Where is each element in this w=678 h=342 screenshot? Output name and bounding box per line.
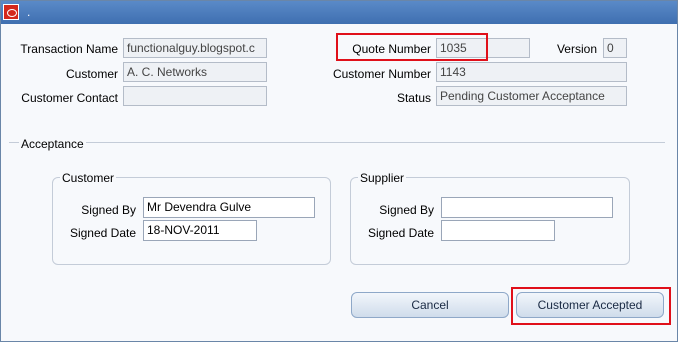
- customer-signed-by-label: Signed By: [81, 203, 136, 217]
- customer-field[interactable]: A. C. Networks: [123, 62, 267, 82]
- customer-label: Customer: [65, 67, 118, 81]
- customer-signed-date-input[interactable]: 18-NOV-2011: [143, 220, 257, 241]
- customer-contact-label: Customer Contact: [21, 91, 118, 105]
- window-title: .: [27, 5, 31, 19]
- customer-signed-by-input[interactable]: Mr Devendra Gulve: [143, 197, 315, 218]
- customer-number-label: Customer Number: [332, 67, 431, 81]
- oracle-logo-icon: [3, 4, 19, 20]
- version-field[interactable]: 0: [603, 38, 627, 58]
- title-bar: .: [1, 1, 677, 24]
- transaction-name-label: Transaction Name: [20, 42, 118, 56]
- customer-accepted-highlight: [511, 287, 671, 325]
- status-field[interactable]: Pending Customer Acceptance: [436, 86, 627, 106]
- customer-number-field[interactable]: 1143: [436, 62, 627, 82]
- customer-signed-date-label: Signed Date: [69, 226, 136, 240]
- supplier-signed-by-label: Signed By: [379, 203, 434, 217]
- supplier-signed-by-input[interactable]: [441, 197, 613, 218]
- acceptance-separator: [9, 142, 665, 143]
- quote-number-highlight: [336, 33, 488, 61]
- acceptance-section-title: Acceptance: [19, 137, 86, 151]
- customer-group-title: Customer: [60, 171, 117, 185]
- supplier-signed-date-label: Signed Date: [367, 226, 434, 240]
- supplier-group-title: Supplier: [358, 171, 407, 185]
- transaction-name-field[interactable]: functionalguy.blogspot.c: [123, 38, 267, 58]
- customer-contact-field[interactable]: [123, 86, 267, 106]
- quote-acceptance-window: . Transaction Name functionalguy.blogspo…: [0, 0, 678, 342]
- status-label: Status: [396, 91, 431, 105]
- cancel-button[interactable]: Cancel: [351, 292, 509, 318]
- supplier-signed-date-input[interactable]: [441, 220, 555, 241]
- version-label: Version: [556, 42, 597, 56]
